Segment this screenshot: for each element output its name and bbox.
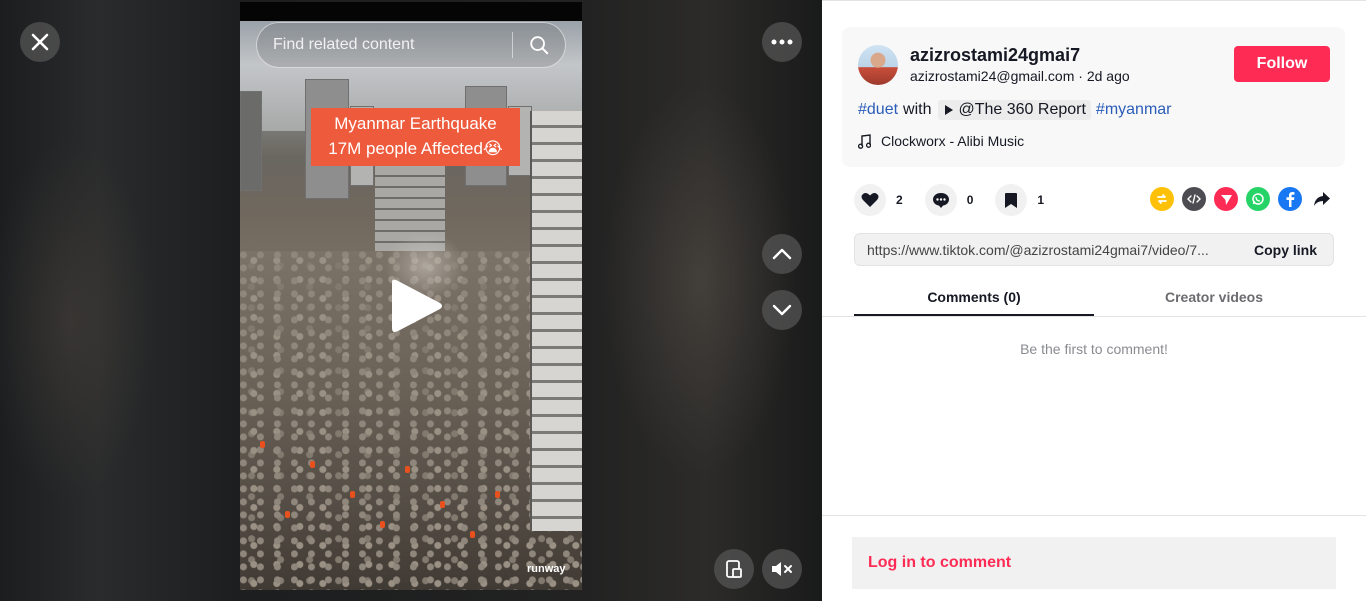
repost-icon[interactable] xyxy=(1150,187,1174,211)
play-small-icon xyxy=(944,105,953,115)
video-description: #duet with @The 360 Report #myanmar xyxy=(858,100,1172,120)
save-action[interactable]: 1 xyxy=(995,184,1044,216)
login-to-comment-button[interactable]: Log in to comment xyxy=(852,537,1336,589)
like-action[interactable]: 2 xyxy=(854,184,903,216)
avatar[interactable] xyxy=(858,45,898,85)
previous-video-button[interactable] xyxy=(762,234,802,274)
right-tower xyxy=(530,111,582,531)
whatsapp-icon[interactable] xyxy=(1246,187,1270,211)
mute-button[interactable] xyxy=(762,549,802,589)
rescuer xyxy=(350,491,355,498)
tab-creator-videos[interactable]: Creator videos xyxy=(1094,277,1334,316)
rescuer xyxy=(260,441,265,448)
author-handle: azizrostami24@gmail.com xyxy=(910,68,1075,84)
rescuer xyxy=(310,461,315,468)
video-stage: Find related content Myanmar Earthquake … xyxy=(0,0,822,601)
more-options-button[interactable] xyxy=(762,22,802,62)
caption-line-1: Myanmar Earthquake xyxy=(334,114,497,133)
rescuer xyxy=(380,521,385,528)
meta-separator: · xyxy=(1074,68,1087,84)
facebook-icon[interactable] xyxy=(1278,187,1302,211)
mention-label: @The 360 Report xyxy=(958,101,1086,118)
next-video-button[interactable] xyxy=(762,290,802,330)
music-title: Clockworx - Alibi Music xyxy=(881,133,1025,149)
tab-comments[interactable]: Comments (0) xyxy=(854,277,1094,316)
duet-source-link[interactable]: @The 360 Report xyxy=(937,100,1091,120)
video-caption: Myanmar Earthquake 17M people Affected😭 xyxy=(311,108,520,166)
share-arrow-icon[interactable] xyxy=(1310,187,1334,211)
footer-divider xyxy=(822,515,1366,516)
picture-in-picture-icon xyxy=(726,560,742,578)
runway-watermark: runway xyxy=(527,563,566,575)
rescuer xyxy=(470,531,475,538)
hashtag-myanmar[interactable]: #myanmar xyxy=(1096,101,1172,119)
share-link-box: https://www.tiktok.com/@azizrostami24gma… xyxy=(854,233,1334,266)
bg-building xyxy=(240,91,262,191)
with-text: with xyxy=(903,101,932,118)
save-count: 1 xyxy=(1037,193,1045,207)
share-icons xyxy=(1150,187,1334,211)
music-note-icon xyxy=(858,133,871,149)
empty-comments-message: Be the first to comment! xyxy=(1020,341,1168,357)
chevron-down-icon xyxy=(772,304,792,316)
send-icon[interactable] xyxy=(1214,187,1238,211)
copy-link-button[interactable]: Copy link xyxy=(1234,242,1333,258)
comment-action[interactable]: 0 xyxy=(924,184,974,216)
author-subline: azizrostami24@gmail.com · 2d ago xyxy=(910,68,1130,84)
search-icon[interactable] xyxy=(513,22,565,68)
picture-in-picture-button[interactable] xyxy=(714,549,754,589)
comment-tabs: Comments (0) Creator videos xyxy=(854,277,1334,316)
play-icon[interactable] xyxy=(388,276,444,336)
bookmark-icon[interactable] xyxy=(995,184,1028,216)
hashtag-duet[interactable]: #duet xyxy=(858,101,898,119)
embed-icon[interactable] xyxy=(1182,187,1206,211)
tabs-divider xyxy=(822,316,1366,317)
caption-line-2: 17M people Affected😭 xyxy=(328,139,503,158)
like-count: 2 xyxy=(896,193,903,207)
rescuer xyxy=(440,501,445,508)
rescuer xyxy=(405,466,410,473)
author-card: azizrostami24gmai7 azizrostami24@gmail.c… xyxy=(842,27,1345,167)
mute-icon xyxy=(772,562,792,576)
author-username[interactable]: azizrostami24gmai7 xyxy=(910,45,1080,66)
comment-icon[interactable] xyxy=(924,184,957,216)
comment-count: 0 xyxy=(966,193,974,207)
chevron-up-icon xyxy=(772,248,792,260)
rescuer xyxy=(285,511,290,518)
action-bar: 2 0 1 xyxy=(854,182,1066,218)
close-icon xyxy=(31,33,49,51)
video-top-bar xyxy=(240,2,582,21)
rescuer xyxy=(495,491,500,498)
close-button[interactable] xyxy=(20,22,60,62)
search-placeholder[interactable]: Find related content xyxy=(257,36,512,54)
more-icon xyxy=(771,39,793,45)
details-panel: azizrostami24gmai7 azizrostami24@gmail.c… xyxy=(822,0,1366,601)
find-related-search[interactable]: Find related content xyxy=(256,22,566,68)
heart-icon[interactable] xyxy=(854,184,886,216)
video-url[interactable]: https://www.tiktok.com/@azizrostami24gma… xyxy=(855,242,1234,258)
follow-button[interactable]: Follow xyxy=(1234,46,1330,82)
posted-time: 2d ago xyxy=(1086,68,1130,84)
music-link[interactable]: Clockworx - Alibi Music xyxy=(858,133,1024,149)
